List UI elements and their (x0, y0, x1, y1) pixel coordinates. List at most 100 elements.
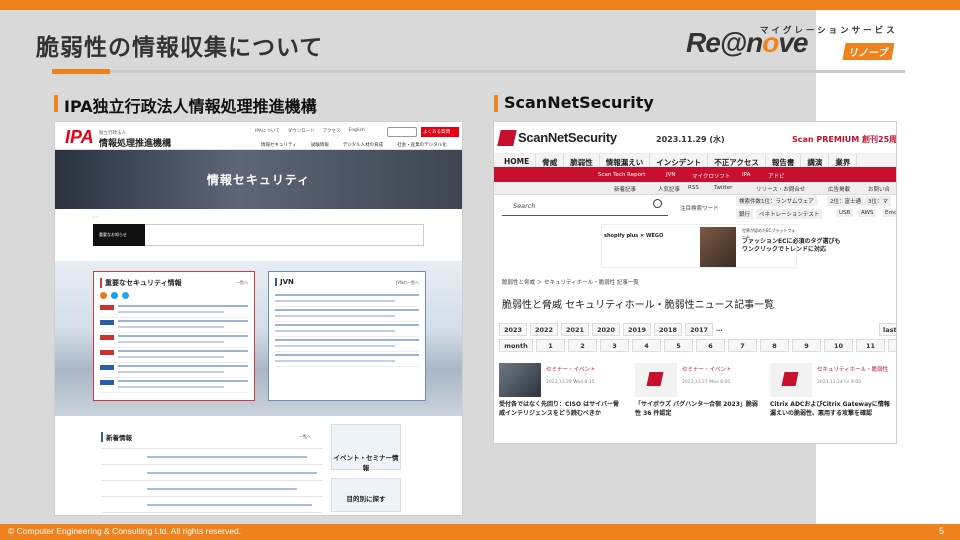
list-item[interactable] (147, 488, 297, 490)
sns-subnav-item[interactable]: RSS (688, 185, 699, 191)
sns-hot-keyword-label: 注目検索ワード (680, 206, 719, 212)
sns-keyword[interactable]: ペネトレーションテスト (756, 209, 823, 219)
list-item[interactable] (100, 303, 248, 318)
year-link[interactable]: 2020 (592, 323, 620, 336)
sns-nav-item[interactable]: 脆弱性 (564, 154, 600, 167)
sns-breadcrumb[interactable]: 脆弱性と脅威 ＞ セキュリティホール・脆弱性 記事一覧 (502, 278, 639, 286)
list-item[interactable] (275, 352, 419, 367)
ipa-subnav-item[interactable]: 情報セキュリティ (261, 142, 297, 148)
sns-ad-banner[interactable]: shopify plus × WEGO 世界が認めたECプラットフォーム ファッ… (601, 224, 841, 268)
sns-subnav-item[interactable]: Twitter (714, 185, 732, 191)
list-item[interactable] (147, 472, 317, 474)
sns-nav-item[interactable]: HOME (494, 154, 537, 167)
sns-subnav-item[interactable]: 人気記事 (658, 185, 680, 193)
sns-subnav-item[interactable]: 広告掲載 (828, 185, 850, 193)
sns-keyword[interactable]: 3位：マ (865, 196, 891, 206)
month-link[interactable]: 5 (664, 339, 693, 352)
sns-keyword[interactable]: Emo (882, 209, 896, 217)
sns-premium-banner[interactable]: Scan PREMIUM 創刊25周年 (792, 134, 896, 145)
sns-tag[interactable]: アドビ (768, 172, 785, 180)
sns-ad-brands: shopify plus × WEGO (604, 233, 664, 239)
ipa-faq-button[interactable]: よくある質問 (421, 127, 459, 137)
list-item[interactable] (100, 348, 248, 363)
list-item[interactable] (275, 307, 419, 322)
ipa-new-more-link[interactable]: 一覧へ (299, 434, 311, 440)
sns-keyword[interactable]: 検索件数1位：ランサムウェア (736, 196, 817, 206)
year-link[interactable]: 2018 (654, 323, 682, 336)
month-link[interactable]: 12 (888, 339, 896, 352)
list-item[interactable] (275, 322, 419, 337)
rss-icon[interactable] (100, 292, 107, 299)
month-link[interactable]: 7 (728, 339, 757, 352)
ipa-purpose-banner[interactable]: 目的別に探す (331, 478, 401, 512)
sns-nav-item[interactable]: 脅威 (536, 154, 565, 167)
list-item[interactable] (100, 318, 248, 333)
ipa-subnav-item[interactable]: 試験情報 (311, 142, 329, 148)
sns-nav-item[interactable]: 報告書 (766, 154, 802, 167)
month-link[interactable]: 6 (696, 339, 725, 352)
month-link[interactable]: 1 (536, 339, 565, 352)
sns-keyword[interactable]: AWS (858, 209, 877, 217)
ipa-header-link[interactable]: ダウンロード (288, 128, 315, 134)
sns-nav-item[interactable]: 不正アクセス (708, 154, 766, 167)
ipa-notice-bar: 重要なお知らせ (93, 224, 424, 246)
sns-site-name[interactable]: ScanNetSecurity (518, 130, 617, 145)
list-item[interactable] (147, 504, 312, 506)
sns-nav-item[interactable]: 業界 (829, 154, 858, 167)
sns-nav-item[interactable]: 講演 (801, 154, 830, 167)
sns-tag[interactable]: Scan Tech Report (598, 172, 645, 178)
sns-article-card[interactable]: セミナー・イベント 2023.11.29 Wed 8:15 受付各ではなく先回り… (499, 363, 627, 443)
year-last-link[interactable]: last » (879, 323, 896, 336)
footer-copyright: © Computer Engineering & Consulting Ltd.… (8, 526, 242, 536)
month-link[interactable]: 3 (600, 339, 629, 352)
ipa-subnav-item[interactable]: 社会・産業のデジタル化 (397, 142, 446, 148)
ipa-header-link[interactable]: IPAについて (255, 128, 280, 134)
list-item[interactable] (100, 378, 248, 393)
list-item[interactable] (275, 292, 419, 307)
ipa-header-link[interactable]: English (348, 128, 364, 134)
sns-search-input[interactable]: Search (502, 196, 668, 216)
month-link[interactable]: 10 (824, 339, 853, 352)
sns-tag[interactable]: マイクロソフト (692, 172, 730, 180)
year-link[interactable]: 2019 (623, 323, 651, 336)
sns-search-placeholder: Search (513, 202, 536, 210)
list-item[interactable] (147, 456, 307, 458)
sns-tag[interactable]: IPA (742, 172, 750, 178)
sns-keyword[interactable]: 2位：富士通 (827, 196, 864, 206)
year-link[interactable]: 2017 (685, 323, 713, 336)
sns-keyword[interactable]: USB (836, 209, 854, 217)
sns-article-card[interactable]: セキュリティホール・脆弱性 2023.11.24 Fri 8:00 Citrix… (770, 363, 896, 443)
ipa-notice-button[interactable]: 重要なお知らせ (93, 224, 145, 246)
logo-tag: リノーブ (842, 43, 895, 60)
list-item[interactable] (100, 363, 248, 378)
month-link[interactable]: 4 (632, 339, 661, 352)
renove-logo: マイグレーションサービス Re@nove リノーブ (686, 22, 906, 66)
ipa-search-box[interactable] (387, 127, 417, 137)
month-link[interactable]: 9 (792, 339, 821, 352)
search-icon[interactable] (653, 199, 662, 208)
sns-tag[interactable]: JVN (666, 172, 676, 178)
month-link[interactable]: 2 (568, 339, 597, 352)
sns-subnav-item[interactable]: 新着記事 (614, 185, 636, 193)
year-link[interactable]: 2021 (561, 323, 589, 336)
twitter-icon[interactable] (111, 292, 118, 299)
sns-subnav-item[interactable]: お問い合 (868, 185, 890, 193)
sns-subnav-item[interactable]: リリース・お問合せ (756, 185, 805, 193)
telegram-icon[interactable] (122, 292, 129, 299)
sns-nav-item[interactable]: 情報漏えい (600, 154, 651, 167)
ipa-subnav-item[interactable]: デジタル人材の育成 (343, 142, 383, 148)
list-item[interactable] (275, 337, 419, 352)
month-link[interactable]: 11 (856, 339, 885, 352)
year-link[interactable]: 2022 (530, 323, 558, 336)
ipa-event-banner[interactable]: イベント・セミナー情報 (331, 424, 401, 472)
list-item[interactable] (100, 333, 248, 348)
sns-nav-item[interactable]: インシデント (650, 154, 709, 167)
ipa-header-link[interactable]: アクセス (323, 128, 341, 134)
sns-keyword[interactable]: 銀行 (736, 209, 754, 219)
ipa-card-more-link[interactable]: 一覧へ (236, 280, 248, 286)
ipa-card-more-link[interactable]: JVNの一覧へ (396, 280, 419, 286)
ipa-purpose-label: 目的別に探す (346, 495, 386, 503)
year-link[interactable]: 2023 (499, 323, 527, 336)
sns-article-card[interactable]: セミナー・イベント 2023.11.27 Mon 8:00 「サイボウズ バグハ… (635, 363, 763, 443)
month-link[interactable]: 8 (760, 339, 789, 352)
